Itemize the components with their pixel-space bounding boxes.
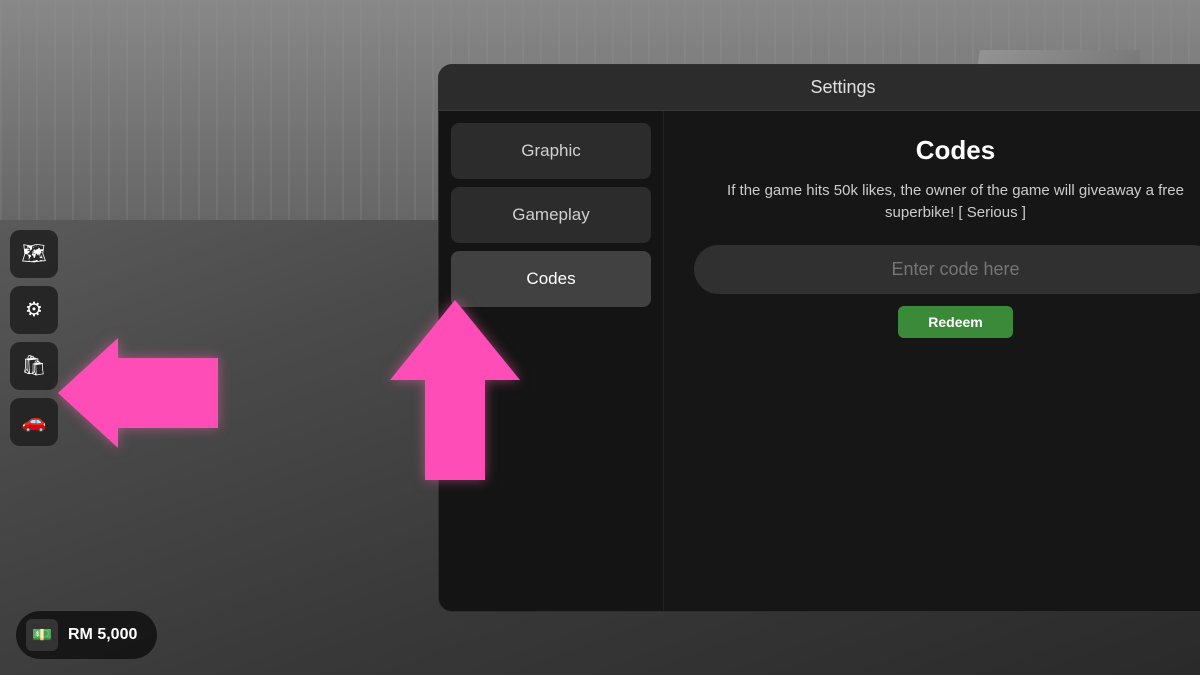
code-input[interactable] xyxy=(694,245,1200,294)
redeem-button[interactable]: Redeem xyxy=(898,306,1012,338)
shop-icon: 🛍 xyxy=(21,353,46,378)
currency-icon: 💵 xyxy=(26,619,58,651)
currency-amount: RM 5,000 xyxy=(68,626,137,644)
sidebar-btn-map[interactable]: 🗺 xyxy=(10,230,58,278)
codes-description: If the game hits 50k likes, the owner of… xyxy=(694,180,1200,225)
modal-title: Settings xyxy=(439,65,1200,111)
map-icon: 🗺 xyxy=(21,241,46,266)
nav-btn-codes[interactable]: Codes xyxy=(451,251,651,307)
vehicle-icon: 🚗 xyxy=(22,409,47,434)
sidebar-btn-settings[interactable]: ⚙ xyxy=(10,286,58,334)
sidebar-btn-vehicle[interactable]: 🚗 xyxy=(10,398,58,446)
sidebar-btn-shop[interactable]: 🛍 xyxy=(10,342,58,390)
up-arrow-indicator xyxy=(390,300,520,485)
modal-body: Graphic Gameplay Codes Codes If the game… xyxy=(439,111,1200,611)
codes-title: Codes xyxy=(694,135,1200,166)
settings-modal: Settings Graphic Gameplay Codes Codes If… xyxy=(438,64,1200,612)
nav-btn-gameplay[interactable]: Gameplay xyxy=(451,187,651,243)
settings-icon: ⚙ xyxy=(25,297,43,322)
sidebar: 🗺 ⚙ 🛍 🚗 xyxy=(10,230,58,446)
nav-btn-graphic[interactable]: Graphic xyxy=(451,123,651,179)
codes-content-panel: Codes If the game hits 50k likes, the ow… xyxy=(664,111,1200,611)
currency-bar: 💵 RM 5,000 xyxy=(16,611,157,659)
